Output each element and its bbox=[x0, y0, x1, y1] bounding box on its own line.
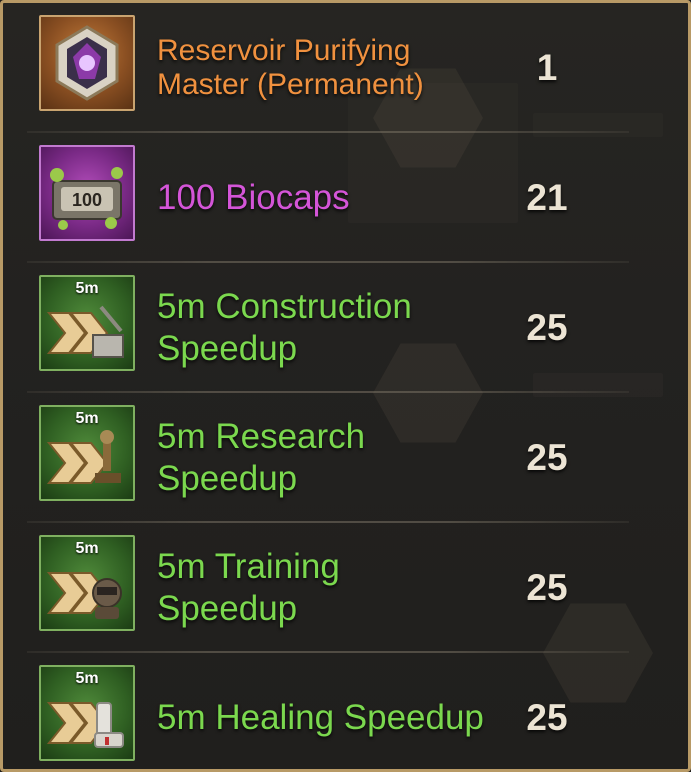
duration-tag: 5m bbox=[75, 410, 99, 427]
reward-quantity: 21 bbox=[526, 177, 568, 218]
duration-tag: 5m bbox=[75, 280, 99, 297]
construction-speedup-icon: 5m bbox=[39, 275, 135, 371]
duration-tag: 5m bbox=[75, 670, 99, 687]
reward-name: 100 Biocaps bbox=[157, 178, 350, 217]
reward-name: 5m Research Speedup bbox=[157, 417, 366, 498]
biocaps-crate-icon: 100 bbox=[39, 145, 135, 241]
reward-row[interactable]: 5m 5m Healing Speedup 25 bbox=[27, 653, 629, 769]
research-speedup-icon: 5m bbox=[39, 405, 135, 501]
reward-quantity: 25 bbox=[526, 307, 568, 348]
reward-quantity: 1 bbox=[536, 47, 558, 88]
duration-tag: 5m bbox=[75, 540, 99, 557]
reward-name: 5m Training Speedup bbox=[157, 547, 340, 628]
reward-row[interactable]: 5m 5m Research Speedup 25 bbox=[27, 393, 629, 523]
reward-name: Reservoir Purifying Master (Permanent) bbox=[157, 34, 424, 101]
reward-quantity: 25 bbox=[526, 697, 568, 738]
reward-quantity: 25 bbox=[526, 437, 568, 478]
biocaps-crate-label: 100 bbox=[72, 190, 102, 210]
reward-quantity: 25 bbox=[526, 567, 568, 608]
purifier-badge-icon bbox=[39, 15, 135, 111]
reward-row[interactable]: 100 100 Biocaps 21 bbox=[27, 133, 629, 263]
reward-row[interactable]: Reservoir Purifying Master (Permanent) 1 bbox=[27, 3, 629, 133]
healing-speedup-icon: 5m bbox=[39, 665, 135, 761]
reward-row[interactable]: 5m 5m Construction Speedup 25 bbox=[27, 263, 629, 393]
reward-row[interactable]: 5m 5m Training Speedup 25 bbox=[27, 523, 629, 653]
training-speedup-icon: 5m bbox=[39, 535, 135, 631]
reward-name: 5m Construction Speedup bbox=[157, 287, 412, 368]
reward-name: 5m Healing Speedup bbox=[157, 698, 484, 737]
reward-list-panel: Reservoir Purifying Master (Permanent) 1… bbox=[0, 0, 691, 772]
